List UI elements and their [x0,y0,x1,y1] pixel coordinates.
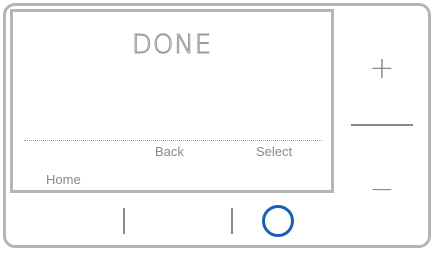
minus-button[interactable]: − [351,175,413,205]
select-softkey-label: Select [256,144,293,159]
back-button[interactable] [231,208,233,234]
screen-border-top [10,9,334,12]
home-button[interactable] [123,208,125,234]
plus-button[interactable]: + [351,54,413,84]
screen-title: DONE [131,30,213,61]
side-divider [351,124,413,126]
softkey-divider [24,140,322,141]
select-button-circle-icon[interactable] [262,205,294,237]
back-softkey-label: Back [155,144,184,159]
home-softkey-label: Home [46,172,81,187]
